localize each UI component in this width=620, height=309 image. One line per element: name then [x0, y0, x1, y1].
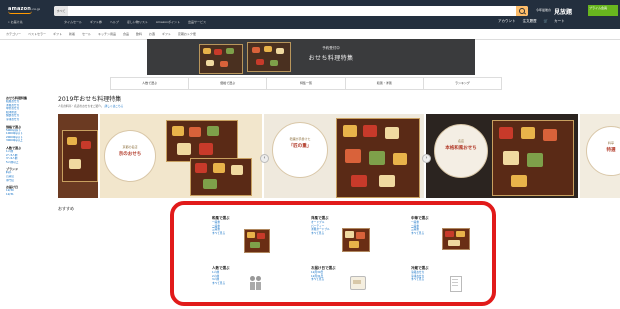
- sidebar-link[interactable]: 12/31: [6, 193, 50, 197]
- osechi-image: [190, 158, 252, 196]
- featured-carousel: 京都の名店 京のおせち 老舗が手掛けた 「匠の重」 名店 本格和風おせち 料亭 …: [58, 114, 620, 198]
- subnav-link[interactable]: ほしい物リスト: [127, 20, 148, 24]
- chevron-right-icon: ›: [425, 155, 428, 161]
- carousel-next-button[interactable]: ›: [422, 154, 431, 163]
- banner-title: 予約受付中 おせち料理特集: [296, 46, 366, 62]
- nav-item[interactable]: カテゴリー: [6, 32, 21, 36]
- cart-link[interactable]: カート: [554, 19, 565, 23]
- account-link[interactable]: アカウント: [498, 19, 516, 23]
- chevron-left-icon: ‹: [263, 155, 266, 161]
- slide-badge-title: 本格和風おせち: [445, 146, 477, 151]
- slide-badge-small: 老舗が手掛けた: [289, 137, 311, 141]
- sidebar-link[interactable]: 専門店: [6, 179, 50, 183]
- account-links: アカウント 注文履歴 🛒 カート: [498, 19, 571, 24]
- location-icon: ⌖: [8, 20, 10, 24]
- nav-item[interactable]: キッチン用品: [98, 32, 116, 36]
- description-link[interactable]: 詳しくはこちら: [105, 104, 124, 108]
- tab-item[interactable]: ランキング: [424, 78, 501, 89]
- slide-badge-small: 料亭: [607, 141, 614, 145]
- carousel-slide[interactable]: 京都の名店 京のおせち: [100, 114, 262, 198]
- cart-icon[interactable]: 🛒: [544, 19, 548, 23]
- subnav-link[interactable]: ヘルプ: [110, 20, 119, 24]
- tab-item[interactable]: 価格で選ぶ: [189, 78, 268, 89]
- osechi-boxes-image: [199, 42, 294, 74]
- slide-badge-small: 名店: [457, 139, 464, 143]
- description-text: 人気の料亭・名店のおせちをご紹介。: [58, 104, 104, 108]
- slide-badge-title: 京のおせち: [118, 152, 142, 157]
- slide-badge: 老舗が手掛けた 「匠の重」: [272, 122, 328, 178]
- nav-item[interactable]: 定期おトク便: [178, 32, 196, 36]
- left-sidebar: おせち料理特集 和風おせち 洋風おせち 中華おせち 和洋折衷 個食おせち 冷凍お…: [6, 93, 50, 196]
- slide-badge-title: 「匠の重」: [288, 144, 312, 149]
- prime-video-promo[interactable]: 今年最後の 見放題: [532, 5, 588, 17]
- banner-small-text: 予約受付中: [322, 46, 340, 50]
- osechi-image: [336, 118, 420, 198]
- nav-item[interactable]: セール: [82, 32, 91, 36]
- search-bar[interactable]: すべて: [54, 6, 528, 16]
- nav-item[interactable]: 新着: [69, 32, 75, 36]
- search-input[interactable]: [69, 6, 509, 16]
- slide-badge: 名店 本格和風おせち: [434, 124, 488, 178]
- search-button[interactable]: [516, 6, 528, 16]
- sidebar-link[interactable]: 5人前以上: [6, 161, 50, 165]
- slide-badge-small: 京都の名店: [122, 145, 138, 149]
- slide-badge: 料亭 特選: [586, 126, 620, 176]
- deliver-to[interactable]: ⌖ お届け先: [8, 20, 23, 24]
- osechi-box: [199, 44, 243, 74]
- tab-item[interactable]: 和風・洋風: [346, 78, 424, 89]
- category-tabs: 人数で選ぶ 価格で選ぶ 特集一覧 和風・洋風 ランキング: [110, 77, 502, 90]
- tab-item[interactable]: 人数で選ぶ: [111, 78, 190, 89]
- tab-item[interactable]: 特集一覧: [267, 78, 346, 89]
- osechi-image: [62, 130, 98, 182]
- banner-heading: おせち料理特集: [308, 55, 354, 62]
- nav-item[interactable]: 食品: [123, 32, 129, 36]
- header-subnav: タイムセール ギフト券 ヘルプ ほしい物リスト Amazonポイント 出品サービ…: [64, 20, 213, 24]
- subnav-link[interactable]: Amazonポイント: [156, 20, 180, 24]
- section-title: おすすめ: [58, 206, 74, 211]
- promo-big-text: 見放題: [554, 9, 573, 16]
- sidebar-link[interactable]: 冷凍おせち: [6, 118, 50, 122]
- page-description: 人気の料亭・名店のおせちをご紹介。 詳しくはこちら: [58, 104, 478, 108]
- logo-domain: .co.jp: [31, 7, 41, 11]
- slide-badge-title: 特選: [606, 148, 616, 153]
- carousel-prev-button[interactable]: ‹: [260, 154, 269, 163]
- logo-text: amazon: [8, 6, 32, 12]
- nav-item[interactable]: ベストセラー: [28, 32, 46, 36]
- promo-small-text: 今年最後の: [536, 8, 552, 12]
- deliver-label: お届け先: [10, 20, 23, 24]
- osechi-image: [166, 120, 238, 162]
- carousel-slide[interactable]: 老舗が手掛けた 「匠の重」: [264, 114, 424, 198]
- page-title: 2019年おせち料理特集: [58, 96, 122, 103]
- search-icon-handle: [523, 12, 527, 15]
- search-category-select[interactable]: すべて: [54, 6, 68, 16]
- carousel-slide[interactable]: 料亭 特選: [580, 114, 620, 198]
- sidebar-link[interactable]: 30000円以上: [6, 139, 50, 143]
- subnav-link[interactable]: ギフト券: [90, 20, 102, 24]
- subnav-link[interactable]: 出品サービス: [188, 20, 206, 24]
- prime-badge-label: プライム会員: [589, 6, 607, 10]
- osechi-box: [247, 42, 291, 72]
- nav-item[interactable]: 飲料: [136, 32, 142, 36]
- amazon-logo[interactable]: amazon.co.jp: [8, 6, 48, 18]
- nav-item[interactable]: ギフト: [162, 32, 171, 36]
- osechi-image: [492, 120, 574, 196]
- subnav-link[interactable]: タイムセール: [64, 20, 82, 24]
- carousel-slide[interactable]: [58, 114, 98, 198]
- orders-link[interactable]: 注文履歴: [523, 19, 537, 23]
- carousel-slide[interactable]: 名店 本格和風おせち: [426, 114, 578, 198]
- nav-item[interactable]: お酒: [149, 32, 155, 36]
- nav-item[interactable]: ギフト: [53, 32, 62, 36]
- highlight-outline: [170, 201, 496, 306]
- slide-badge: 京都の名店 京のおせち: [104, 130, 156, 182]
- prime-badge[interactable]: プライム会員: [588, 5, 618, 16]
